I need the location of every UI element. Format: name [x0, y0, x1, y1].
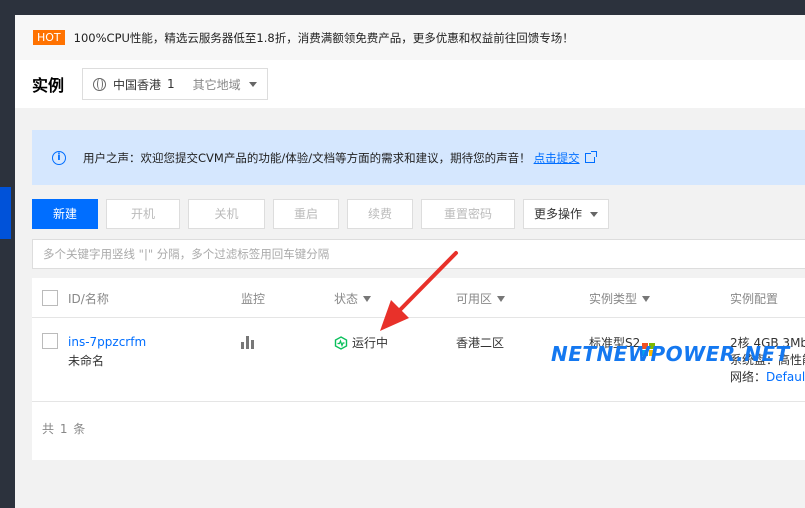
main-content: i 用户之声：欢迎您提交CVM产品的功能/体验/文档等方面的需求和建议，期待您的…	[15, 108, 805, 508]
promo-text[interactable]: 100%CPU性能，精选云服务器低至1.8折，消费满额领免费产品，更多优惠和权益…	[74, 30, 574, 46]
chevron-down-icon	[248, 81, 257, 87]
col-type[interactable]: 实例类型	[589, 290, 651, 307]
col-id-name-label: ID/名称	[68, 292, 109, 306]
col-monitor: 监控	[241, 290, 265, 307]
new-instance-button[interactable]: 新建	[32, 199, 98, 229]
instance-zone: 香港二区	[456, 336, 505, 350]
status-text: 运行中	[352, 336, 389, 350]
more-actions-dropdown[interactable]: 更多操作	[523, 199, 610, 229]
region-other: 其它地域	[192, 77, 241, 92]
restart-button[interactable]: 重启	[273, 199, 339, 229]
instance-table: ID/名称 监控 状态 可用区 实例类型 实例配置 ins-7ppzcrfm 未…	[32, 278, 805, 460]
renew-button[interactable]: 续费	[347, 199, 413, 229]
info-icon: i	[52, 150, 66, 165]
filter-icon[interactable]	[497, 295, 506, 302]
region-count: 1	[167, 77, 175, 91]
submit-feedback-link[interactable]: 点击提交	[534, 150, 580, 166]
feedback-notice: i 用户之声：欢迎您提交CVM产品的功能/体验/文档等方面的需求和建议，期待您的…	[32, 130, 805, 185]
hot-badge: HOT	[33, 30, 65, 45]
stop-button[interactable]: 关机	[188, 199, 265, 229]
page-root: HOT 100%CPU性能，精选云服务器低至1.8折，消费满额领免费产品，更多优…	[0, 0, 805, 508]
col-zone-label: 可用区	[456, 292, 493, 306]
promo-banner[interactable]: HOT 100%CPU性能，精选云服务器低至1.8折，消费满额领免费产品，更多优…	[15, 15, 805, 60]
globe-icon	[93, 77, 107, 91]
filter-icon[interactable]	[363, 295, 372, 302]
filter-icon[interactable]	[642, 295, 651, 302]
col-monitor-label: 监控	[241, 292, 266, 306]
config-net-label: 网络：	[730, 370, 767, 384]
status-running-icon	[334, 335, 348, 350]
col-status[interactable]: 状态	[334, 290, 372, 307]
select-all-checkbox[interactable]	[42, 290, 58, 306]
table-footer: 共 1 条	[32, 403, 805, 460]
page-title: 实例	[32, 76, 65, 95]
region-selector[interactable]: 中国香港 1 其它地域	[82, 68, 268, 100]
more-actions-label: 更多操作	[534, 207, 583, 221]
start-button[interactable]: 开机	[106, 199, 180, 229]
instance-name: 未命名	[68, 354, 105, 368]
external-link-icon[interactable]	[584, 150, 597, 163]
page-header: 实例 中国香港 1 其它地域	[15, 60, 805, 108]
col-zone[interactable]: 可用区	[456, 290, 506, 307]
instance-toolbar: 新建 开机 关机 重启 续费 重置密码 更多操作	[32, 199, 617, 229]
col-status-label: 状态	[334, 292, 359, 306]
reset-password-button[interactable]: 重置密码	[421, 199, 515, 229]
notice-text: 用户之声：欢迎您提交CVM产品的功能/体验/文档等方面的需求和建议，期待您的声音…	[83, 150, 531, 165]
config-network: 网络：Default	[730, 368, 805, 385]
watermark-logo: NETNEWPOWER.NET	[551, 342, 790, 366]
row-checkbox[interactable]	[42, 333, 58, 349]
table-header: ID/名称 监控 状态 可用区 实例类型 实例配置	[32, 278, 805, 318]
region-name: 中国香港	[113, 77, 162, 92]
network-link[interactable]: Default	[766, 370, 805, 384]
col-id-name: ID/名称	[68, 290, 109, 307]
col-type-label: 实例类型	[589, 292, 638, 306]
col-config-label: 实例配置	[730, 292, 779, 306]
instance-id-link[interactable]: ins-7ppzcrfm	[68, 335, 146, 349]
instance-status: 运行中	[334, 334, 388, 351]
search-input[interactable]: 多个关键字用竖线 "|" 分隔，多个过滤标签用回车键分隔	[32, 239, 805, 269]
left-sidebar	[0, 15, 15, 508]
chevron-down-icon	[590, 211, 599, 217]
top-navbar	[0, 0, 805, 15]
total-count: 共 1 条	[42, 422, 87, 436]
bar-chart-icon[interactable]	[241, 335, 257, 349]
col-config: 实例配置	[730, 290, 778, 307]
sidebar-active-item[interactable]	[0, 187, 11, 239]
